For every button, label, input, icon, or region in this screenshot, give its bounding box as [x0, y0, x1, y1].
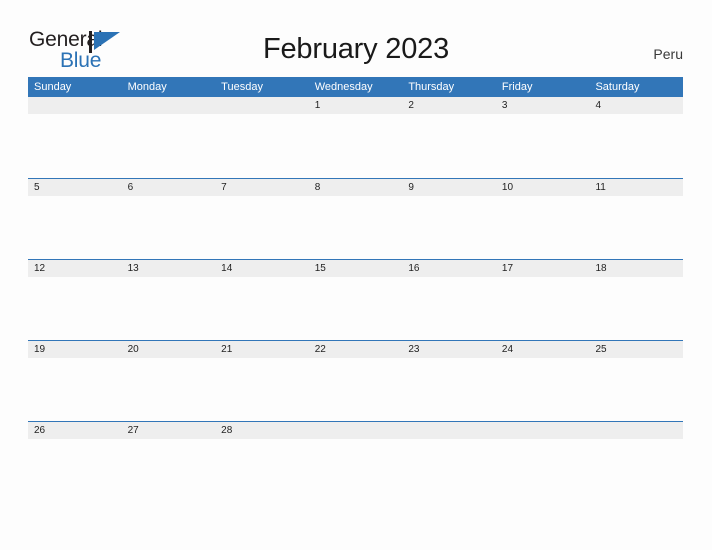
weekday-header-row: Sunday Monday Tuesday Wednesday Thursday Frid…	[28, 77, 683, 97]
day-cell-empty	[402, 422, 496, 502]
week-row: 1 2 3 4	[28, 97, 683, 178]
day-cell[interactable]: 20	[122, 341, 216, 421]
day-cell[interactable]: 5	[28, 179, 122, 259]
day-cell-empty	[309, 422, 403, 502]
day-cell[interactable]: 1	[309, 97, 403, 178]
day-cell-empty	[215, 97, 309, 178]
day-number: 17	[501, 263, 514, 274]
day-cell[interactable]: 26	[28, 422, 122, 502]
day-cell[interactable]: 22	[309, 341, 403, 421]
day-cell-empty	[496, 422, 590, 502]
week-row: 12 13 14 15 16 17 18	[28, 259, 683, 340]
day-cell[interactable]: 14	[215, 260, 309, 340]
day-cell[interactable]: 9	[402, 179, 496, 259]
day-cell[interactable]: 19	[28, 341, 122, 421]
day-number: 18	[595, 263, 607, 274]
day-number: 16	[408, 263, 420, 274]
weekday-header-sunday: Sunday	[34, 81, 72, 93]
day-number: 1	[314, 100, 321, 111]
weekday-header-thursday: Thursday	[408, 81, 455, 93]
calendar-grid: Sunday Monday Tuesday Wednesday Thursday Frid…	[28, 77, 683, 502]
week-row: 26 27 28	[28, 421, 683, 502]
day-number: 13	[127, 263, 139, 274]
weekday-header-saturday: Saturday	[595, 81, 640, 93]
day-cell[interactable]: 18	[589, 260, 683, 340]
day-cell[interactable]: 15	[309, 260, 403, 340]
day-cell[interactable]: 2	[402, 97, 496, 178]
weekday-header-wednesday: Wednesday	[314, 81, 373, 93]
day-cell-empty	[589, 422, 683, 502]
day-cell[interactable]: 23	[402, 341, 496, 421]
day-number: 22	[314, 344, 326, 355]
day-cell[interactable]: 7	[215, 179, 309, 259]
day-number: 5	[34, 182, 40, 193]
day-cell[interactable]: 3	[496, 97, 590, 178]
day-number: 11	[595, 182, 606, 193]
day-cell[interactable]: 24	[496, 341, 590, 421]
day-number: 21	[221, 344, 233, 355]
week-row: 5 6 7 8 9 10 11	[28, 178, 683, 259]
day-number: 28	[221, 425, 233, 436]
day-number: 12	[34, 263, 46, 274]
day-number: 25	[595, 344, 607, 355]
day-number: 23	[408, 344, 420, 355]
day-number: 7	[221, 182, 227, 193]
day-cell[interactable]: 4	[589, 97, 683, 178]
day-number: 8	[314, 182, 321, 193]
day-cell[interactable]: 25	[589, 341, 683, 421]
day-cell[interactable]: 6	[122, 179, 216, 259]
day-cell[interactable]: 16	[402, 260, 496, 340]
day-cell-empty	[122, 97, 216, 178]
country-label: Peru	[653, 46, 683, 62]
day-cell[interactable]: 13	[122, 260, 216, 340]
day-cell[interactable]: 28	[215, 422, 309, 502]
day-cell[interactable]: 27	[122, 422, 216, 502]
day-cell[interactable]: 21	[215, 341, 309, 421]
day-cell[interactable]: 11	[589, 179, 683, 259]
weeks-container: 1 2 3 4 5 6 7 8 9 10 11 12 13 14 15 16 17 18 19 20 21 22 23 24 2…	[28, 97, 683, 502]
day-cell[interactable]: 8	[309, 179, 403, 259]
day-number: 14	[221, 263, 233, 274]
page-title: February 2023	[262, 33, 449, 65]
day-number: 9	[408, 182, 414, 193]
week-row: 19 20 21 22 23 24 25	[28, 340, 683, 421]
page-header: General Blue February 2023 Peru	[0, 0, 712, 76]
day-cell[interactable]: 10	[496, 179, 590, 259]
day-cell[interactable]: 12	[28, 260, 122, 340]
day-number: 20	[127, 344, 139, 355]
day-number: 6	[127, 182, 134, 193]
weekday-header-tuesday: Tuesday	[221, 81, 263, 93]
day-cell[interactable]: 17	[496, 260, 590, 340]
weekday-header-monday: Monday	[127, 81, 167, 93]
day-number: 4	[595, 100, 602, 111]
day-number: 2	[408, 100, 414, 111]
day-number: 3	[501, 100, 508, 111]
day-cell-empty	[28, 97, 122, 178]
day-number: 10	[501, 182, 514, 193]
day-number: 27	[127, 425, 139, 436]
day-number: 26	[34, 425, 46, 436]
weekday-header-friday: Friday	[501, 81, 533, 93]
day-number: 15	[314, 263, 326, 274]
day-number: 24	[501, 344, 514, 355]
day-number: 19	[34, 344, 46, 355]
